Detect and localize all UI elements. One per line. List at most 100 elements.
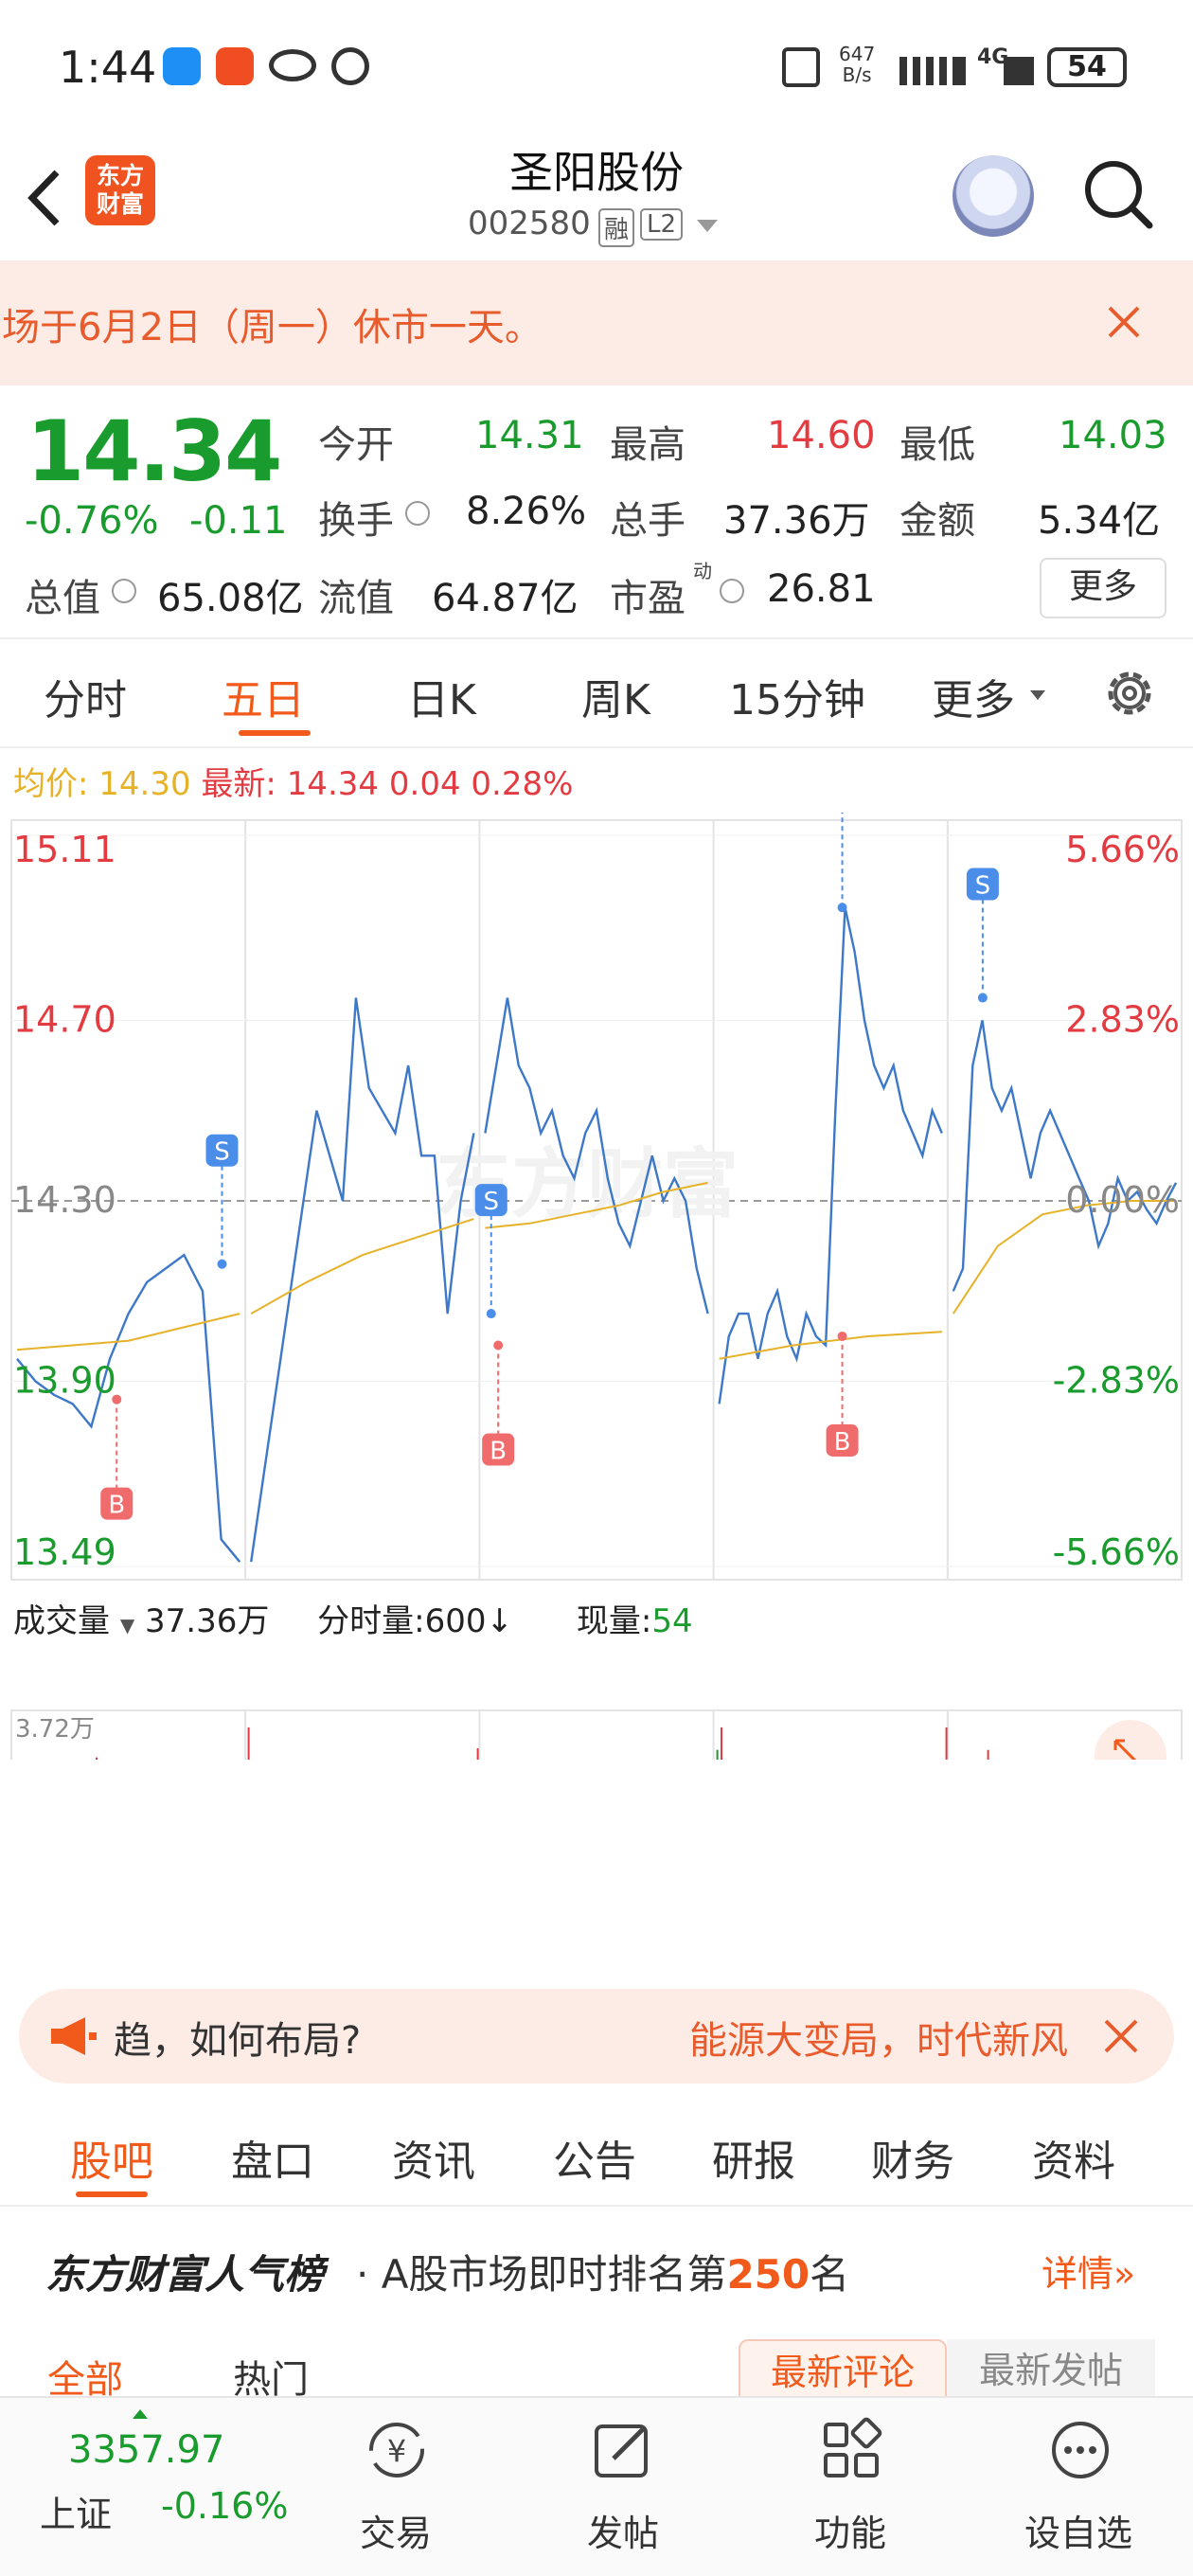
tab-five-day[interactable]: 五日: [222, 666, 305, 726]
active-tab-indicator: [239, 730, 311, 736]
nav-functions[interactable]: 功能: [795, 2417, 909, 2568]
holiday-notice: 市场于6月2日（周一）休市一天。: [0, 260, 1193, 385]
yen-exchange-icon: ¥: [369, 2423, 424, 2478]
tab-finance[interactable]: 财务: [871, 2127, 954, 2188]
app-logo[interactable]: 东方 财富: [85, 155, 155, 225]
volume-chart-frame: [10, 1709, 1183, 1760]
y-tick-left: 13.90: [13, 1360, 116, 1402]
eye-icon: [269, 49, 316, 81]
nav-add-watchlist[interactable]: 设自选: [1015, 2417, 1148, 2568]
promo-close-button[interactable]: [1098, 2013, 1144, 2059]
avg-value: 14.30: [98, 765, 191, 803]
notice-close-button[interactable]: [1100, 298, 1148, 346]
sell-marker-dot: [837, 903, 847, 913]
float-label: 流值: [318, 577, 394, 620]
edit-icon: [595, 2424, 648, 2478]
content-tabs: 股吧 盘口 资讯 公告 研报 财务 资料: [0, 2102, 1193, 2207]
promo-text-right: 能源大变局，时代新风: [689, 2019, 1068, 2063]
rank-brand: 东方财富人气榜: [45, 2251, 325, 2298]
price-line-day-2: [250, 997, 475, 1563]
index-value[interactable]: 3357.97: [68, 2428, 224, 2472]
signal-4g-icon: [1004, 57, 1034, 85]
caret-down-icon[interactable]: [697, 220, 718, 232]
sell-marker-dot: [977, 993, 988, 1003]
buy-marker-dot: [493, 1340, 504, 1351]
buy-badge-label: B: [834, 1428, 851, 1457]
robot-assistant-icon[interactable]: [953, 155, 1034, 237]
info-icon[interactable]: [112, 579, 136, 603]
mcap-label: 总值: [25, 577, 100, 620]
tab-orderbook[interactable]: 盘口: [231, 2127, 314, 2188]
promo-banner[interactable]: 趋，如何布局? 能源大变局，时代新风: [19, 1989, 1174, 2084]
turnover-label: 换手: [318, 499, 394, 543]
search-button[interactable]: [1079, 155, 1155, 231]
nav-trade[interactable]: ¥ 交易: [341, 2417, 454, 2568]
buy-badge-label: B: [108, 1492, 125, 1520]
chevron-left-icon: [27, 170, 60, 226]
amount-label: 金额: [899, 499, 975, 543]
notice-text: 市场于6月2日（周一）休市一天。: [0, 306, 543, 349]
net-speed: 647 B/s: [839, 43, 876, 86]
gear-icon: [1108, 671, 1151, 715]
signal-icon: [899, 57, 966, 85]
price-line-day-4: [718, 906, 943, 1404]
high-label: 最高: [610, 423, 686, 467]
tab-forum[interactable]: 股吧: [70, 2127, 153, 2188]
volume-selector[interactable]: 成交量: [13, 1602, 110, 1640]
volume-label: 总手: [610, 499, 686, 543]
app-notification-icon: [216, 47, 254, 85]
battery-icon: 54: [1047, 47, 1127, 87]
index-change[interactable]: -0.16%: [161, 2485, 288, 2527]
rank-detail-link[interactable]: 详情»: [1042, 2245, 1135, 2297]
vibrate-icon: [782, 47, 820, 87]
y-tick-right: -2.83%: [1053, 1360, 1180, 1402]
tab-research[interactable]: 研报: [712, 2127, 795, 2188]
sell-badge-label: S: [975, 872, 991, 901]
back-button[interactable]: [21, 165, 68, 231]
volume-total: 37.36万: [145, 1602, 270, 1640]
caret-down-icon: ▼: [119, 1614, 135, 1637]
change-pct: -0.76%: [25, 499, 159, 543]
stock-name: 圣阳股份: [509, 147, 684, 198]
buy-marker-dot: [112, 1394, 122, 1404]
tab-weekly-k[interactable]: 周K: [581, 666, 650, 726]
tab-more[interactable]: 更多: [932, 666, 1015, 726]
tab-profile[interactable]: 资料: [1032, 2127, 1115, 2188]
y-tick-left: 15.11: [13, 829, 116, 870]
triangle-icon: [133, 2409, 148, 2419]
tab-15min[interactable]: 15分钟: [729, 666, 865, 726]
buy-marker-dot: [837, 1331, 847, 1341]
tab-announcements[interactable]: 公告: [553, 2127, 636, 2188]
margin-badge: 融: [598, 208, 635, 247]
index-name[interactable]: 上证: [40, 2485, 112, 2537]
y-tick-left: 14.30: [13, 1179, 116, 1221]
logo-text-2: 财富: [96, 190, 144, 218]
per-volume-label: 分时量:: [317, 1602, 425, 1640]
info-icon[interactable]: [405, 501, 430, 526]
five-day-chart[interactable]: 均价: 14.30 最新: 14.34 0.04 0.28% 东方财富 15.11…: [0, 748, 1193, 1970]
tab-news[interactable]: 资讯: [392, 2127, 475, 2188]
more-button[interactable]: 更多: [1040, 558, 1166, 618]
low-label: 最低: [899, 423, 975, 467]
latest-label: 最新:: [201, 765, 276, 803]
tab-intraday[interactable]: 分时: [44, 666, 127, 726]
sell-badge-label: S: [214, 1138, 230, 1167]
expand-button[interactable]: [1095, 1720, 1166, 1760]
arrow-down-icon: ↓: [486, 1602, 514, 1640]
tab-daily-k[interactable]: 日K: [407, 666, 476, 726]
latest-change: 0.04: [388, 765, 461, 803]
nav-post[interactable]: 发帖: [568, 2417, 682, 2568]
volume-value: 37.36万: [723, 499, 870, 543]
last-price: 14.34: [27, 402, 282, 500]
price-line-day-5: [952, 1020, 1178, 1292]
popularity-rank[interactable]: 东方财富人气榜 · A股市场即时排名第250名 详情» 全部 热门 最新评论 最…: [0, 2207, 1193, 2406]
bottom-nav: 3357.97 上证 -0.16% ¥ 交易 发帖 功能 设自选: [0, 2396, 1193, 2576]
nav-watch-label: 设自选: [1024, 2513, 1133, 2554]
more-circle-icon: [1052, 2422, 1109, 2478]
chart-tabs: 分时 五日 日K 周K 15分钟 更多: [0, 639, 1193, 748]
sell-marker-dot: [217, 1259, 227, 1269]
info-icon[interactable]: [720, 579, 744, 603]
settings-button[interactable]: [1098, 662, 1161, 724]
sell-badge-label: S: [484, 1188, 500, 1216]
quote-panel: 14.34 -0.76% -0.11 今开 14.31 最高 14.60 最低 …: [0, 385, 1193, 639]
